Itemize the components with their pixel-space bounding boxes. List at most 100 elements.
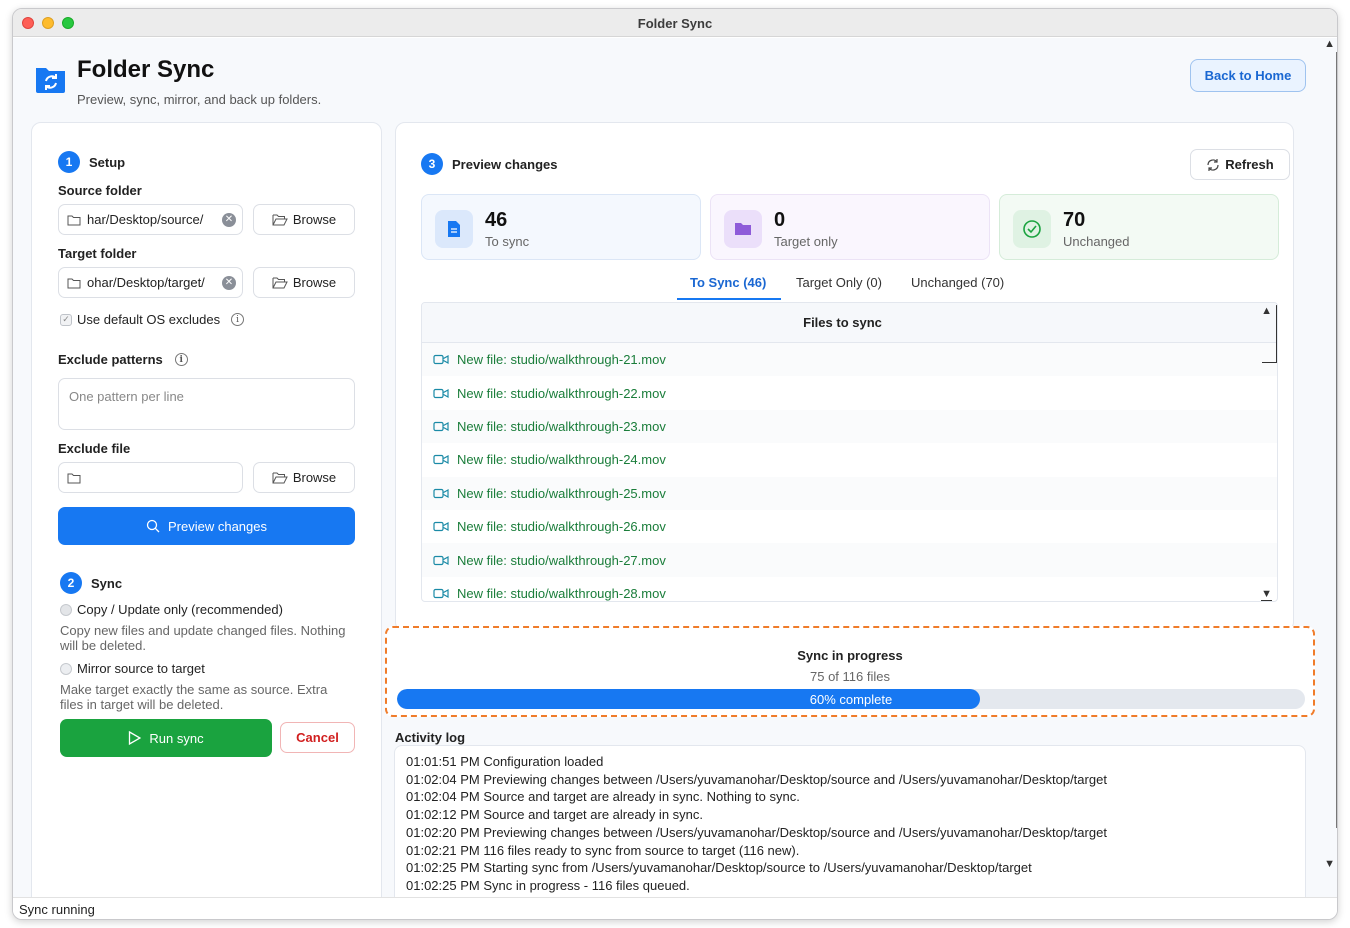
preview-heading: 3 Preview changes <box>421 153 558 175</box>
source-browse-button[interactable]: Browse <box>253 204 355 235</box>
log-line: 01:02:04 PM Previewing changes between /… <box>406 771 1107 787</box>
page-scroll-up-arrow-icon[interactable]: ▲ <box>1324 38 1335 50</box>
log-line: 01:02:21 PM 116 files ready to sync from… <box>406 842 800 858</box>
check-circle-icon <box>1013 210 1051 248</box>
video-file-icon <box>433 588 449 599</box>
sync-heading: 2 Sync <box>60 572 122 594</box>
progress-subtitle: 75 of 116 files <box>810 669 890 684</box>
copy-option-label: Copy / Update only (recommended) <box>77 602 283 617</box>
mirror-option-radio[interactable] <box>60 662 72 675</box>
preview-changes-label: Preview changes <box>168 518 267 534</box>
app-title: Folder Sync <box>77 56 215 83</box>
tab-target-only[interactable]: Target Only (0) <box>796 275 882 290</box>
exclude-patterns-heading: Exclude patterns i <box>58 352 188 367</box>
sync-progress-box: Sync in progress 75 of 116 files 60% com… <box>385 626 1315 717</box>
source-folder-field[interactable]: har/Desktop/source/ ✕ <box>58 204 243 235</box>
browse-label: Browse <box>292 275 337 290</box>
window-title: Folder Sync <box>637 16 713 31</box>
browse-label: Browse <box>292 212 337 227</box>
run-sync-label: Run sync <box>149 730 204 746</box>
run-sync-button[interactable]: Run sync <box>60 719 272 757</box>
file-icon <box>435 210 473 248</box>
log-line: 01:02:04 PM Source and target are alread… <box>406 789 800 805</box>
clear-icon[interactable]: ✕ <box>222 275 236 290</box>
target-browse-button[interactable]: Browse <box>253 267 355 298</box>
files-to-sync-table: Files to sync New file: studio/walkthrou… <box>421 302 1278 602</box>
tab-unchanged[interactable]: Unchanged (70) <box>911 275 1004 290</box>
setup-heading: 1 Setup <box>58 151 125 173</box>
open-folder-icon <box>272 214 288 225</box>
refresh-icon <box>1207 158 1219 171</box>
progress-bar: 60% complete <box>397 689 1305 709</box>
file-row-label: New file: studio/walkthrough-27.mov <box>457 552 666 568</box>
file-row[interactable]: New file: studio/walkthrough-26.mov <box>422 510 1277 543</box>
cancel-button[interactable]: Cancel <box>280 722 355 753</box>
folder-sync-logo-icon <box>36 68 65 93</box>
preview-changes-button[interactable]: Preview changes <box>58 507 355 545</box>
info-icon[interactable]: i <box>174 353 188 366</box>
log-line: 01:01:51 PM Configuration loaded <box>406 754 604 769</box>
browse-label: Browse <box>292 470 337 485</box>
file-row[interactable]: New file: studio/walkthrough-23.mov <box>422 409 1277 444</box>
unchanged-count: 70 <box>1063 209 1086 231</box>
file-row[interactable]: New file: studio/walkthrough-24.mov <box>422 443 1277 476</box>
files-table-header: Files to sync <box>422 303 1277 343</box>
file-row[interactable]: New file: studio/walkthrough-28.mov <box>422 577 1277 601</box>
refresh-button[interactable]: Refresh <box>1190 149 1290 180</box>
page-scroll-down-arrow-icon[interactable]: ▼ <box>1324 858 1335 870</box>
table-scrollbar[interactable] <box>1262 305 1277 363</box>
file-row-label: New file: studio/walkthrough-28.mov <box>457 585 666 601</box>
open-folder-icon <box>272 277 288 288</box>
open-folder-icon <box>272 472 288 483</box>
copy-option-radio[interactable] <box>60 603 72 616</box>
exclude-patterns-input[interactable]: One pattern per line <box>58 378 355 430</box>
copy-option-hint: Copy new files and update changed files.… <box>60 623 346 653</box>
active-tab-indicator <box>677 298 781 300</box>
folder-icon <box>724 210 762 248</box>
default-excludes-checkbox-row[interactable]: ✓ Use default OS excludes i <box>60 312 245 327</box>
app-window: Folder Sync Folder Sync Preview, sync, m… <box>12 8 1338 920</box>
log-line: 01:02:25 PM Starting sync from /Users/yu… <box>406 860 1032 876</box>
default-excludes-checkbox[interactable]: ✓ <box>60 313 72 326</box>
step-number: 2 <box>60 572 82 594</box>
file-row-label: New file: studio/walkthrough-23.mov <box>457 418 666 434</box>
video-file-icon <box>433 488 449 498</box>
folder-icon <box>67 278 81 288</box>
progress-title: Sync in progress <box>797 648 903 663</box>
mirror-option-radio-row[interactable]: Mirror source to target <box>60 661 205 676</box>
log-line: 01:02:20 PM Previewing changes between /… <box>406 824 1107 840</box>
source-folder-value: har/Desktop/source/ <box>87 212 204 227</box>
progress-label: 60% complete <box>809 692 893 707</box>
target-folder-field[interactable]: ohar/Desktop/target/ ✕ <box>58 267 243 298</box>
exclude-file-field[interactable] <box>58 462 243 493</box>
target-folder-label: Target folder <box>58 246 137 261</box>
exclude-file-browse-button[interactable]: Browse <box>253 462 355 493</box>
file-row-label: New file: studio/walkthrough-26.mov <box>457 519 666 535</box>
log-line: 01:02:25 PM Sync in progress - 116 files… <box>406 877 690 893</box>
title-bar: Folder Sync <box>13 9 1337 37</box>
file-row[interactable]: New file: studio/walkthrough-21.mov <box>422 343 1277 377</box>
refresh-label: Refresh <box>1225 157 1274 172</box>
tab-to-sync[interactable]: To Sync (46) <box>690 275 766 290</box>
back-to-home-button[interactable]: Back to Home <box>1190 59 1306 92</box>
to-sync-stat-card: 46 To sync <box>421 194 701 260</box>
file-row[interactable]: New file: studio/walkthrough-25.mov <box>422 476 1277 510</box>
sync-title: Sync <box>91 575 123 591</box>
folder-icon <box>67 473 81 483</box>
info-icon[interactable]: i <box>231 313 245 326</box>
exclude-patterns-label: Exclude patterns <box>58 352 163 367</box>
video-file-icon <box>433 555 449 565</box>
log-line: 01:02:12 PM Source and target are alread… <box>406 807 704 823</box>
page-scrollbar[interactable] <box>1334 52 1337 828</box>
target-folder-value: ohar/Desktop/target/ <box>87 275 205 290</box>
target-only-count: 0 <box>774 209 786 231</box>
file-row[interactable]: New file: studio/walkthrough-22.mov <box>422 376 1277 409</box>
file-row[interactable]: New file: studio/walkthrough-27.mov <box>422 543 1277 577</box>
table-scroll-down-arrow-icon[interactable]: ▼ <box>1261 588 1272 601</box>
activity-log[interactable]: 01:01:51 PM Configuration loaded 01:02:04… <box>394 745 1306 898</box>
video-file-icon <box>433 388 449 398</box>
copy-option-radio-row[interactable]: Copy / Update only (recommended) <box>60 602 283 617</box>
preview-title: Preview changes <box>452 156 558 172</box>
clear-icon[interactable]: ✕ <box>222 212 236 227</box>
setup-title: Setup <box>89 154 126 170</box>
